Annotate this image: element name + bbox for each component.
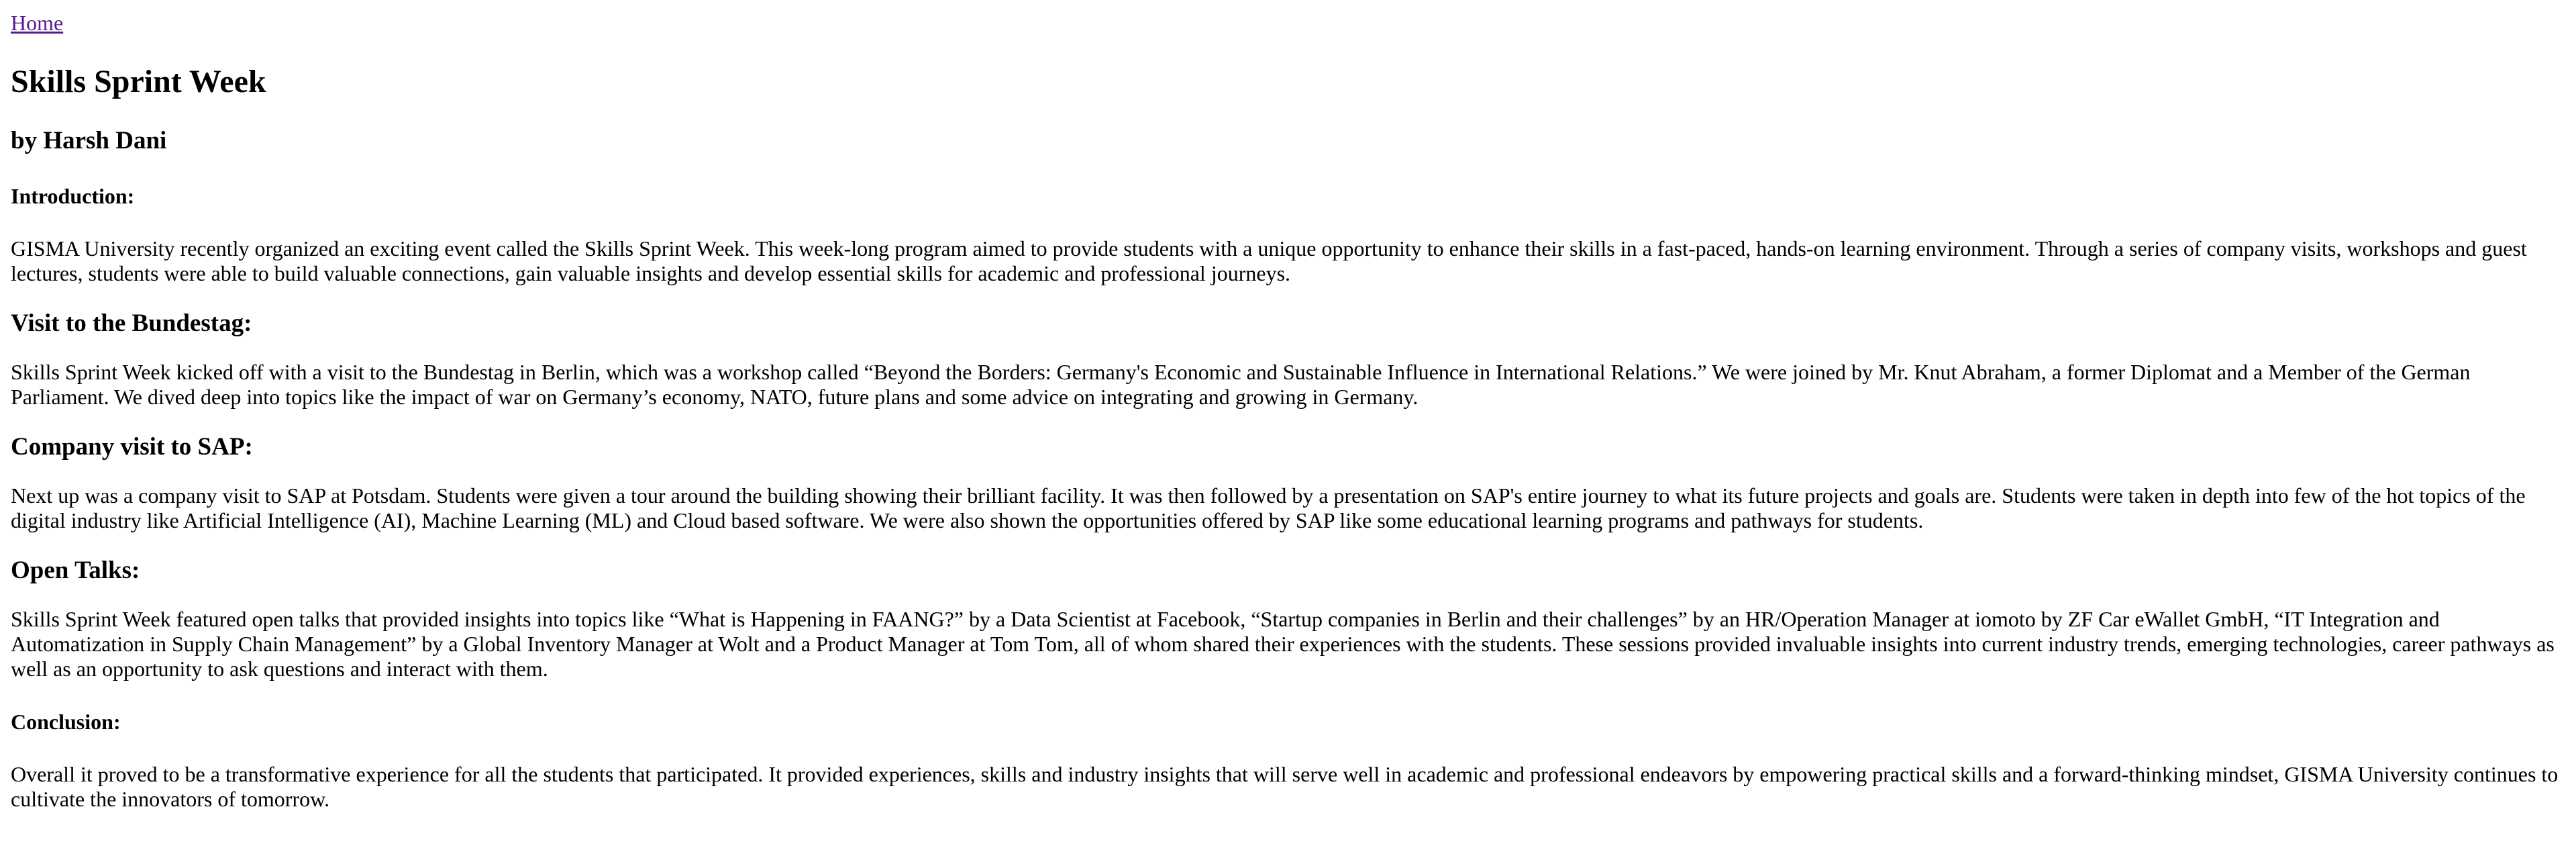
section-heading-open-talks: Open Talks: [11, 557, 140, 584]
article-title: Skills Sprint Week [11, 64, 266, 99]
section-body-conclusion: Overall it proved to be a transformative… [11, 762, 2559, 811]
home-link[interactable]: Home [11, 9, 63, 36]
section-heading-conclusion: Conclusion: [11, 710, 121, 734]
section-body-sap: Next up was a company visit to SAP at Po… [11, 483, 2526, 532]
section-heading-introduction: Introduction: [11, 184, 135, 208]
section-heading-bundestag: Visit to the Bundestag: [11, 310, 252, 337]
section-heading-sap: Company visit to SAP: [11, 433, 253, 461]
page: Home Skills Sprint Week by Harsh Dani In… [0, 0, 2576, 812]
article-byline: by Harsh Dani [11, 127, 167, 154]
section-body-introduction: GISMA University recently organized an e… [11, 236, 2527, 285]
section-body-open-talks: Skills Sprint Week featured open talks t… [11, 607, 2555, 681]
section-body-bundestag: Skills Sprint Week kicked off with a vis… [11, 360, 2471, 409]
